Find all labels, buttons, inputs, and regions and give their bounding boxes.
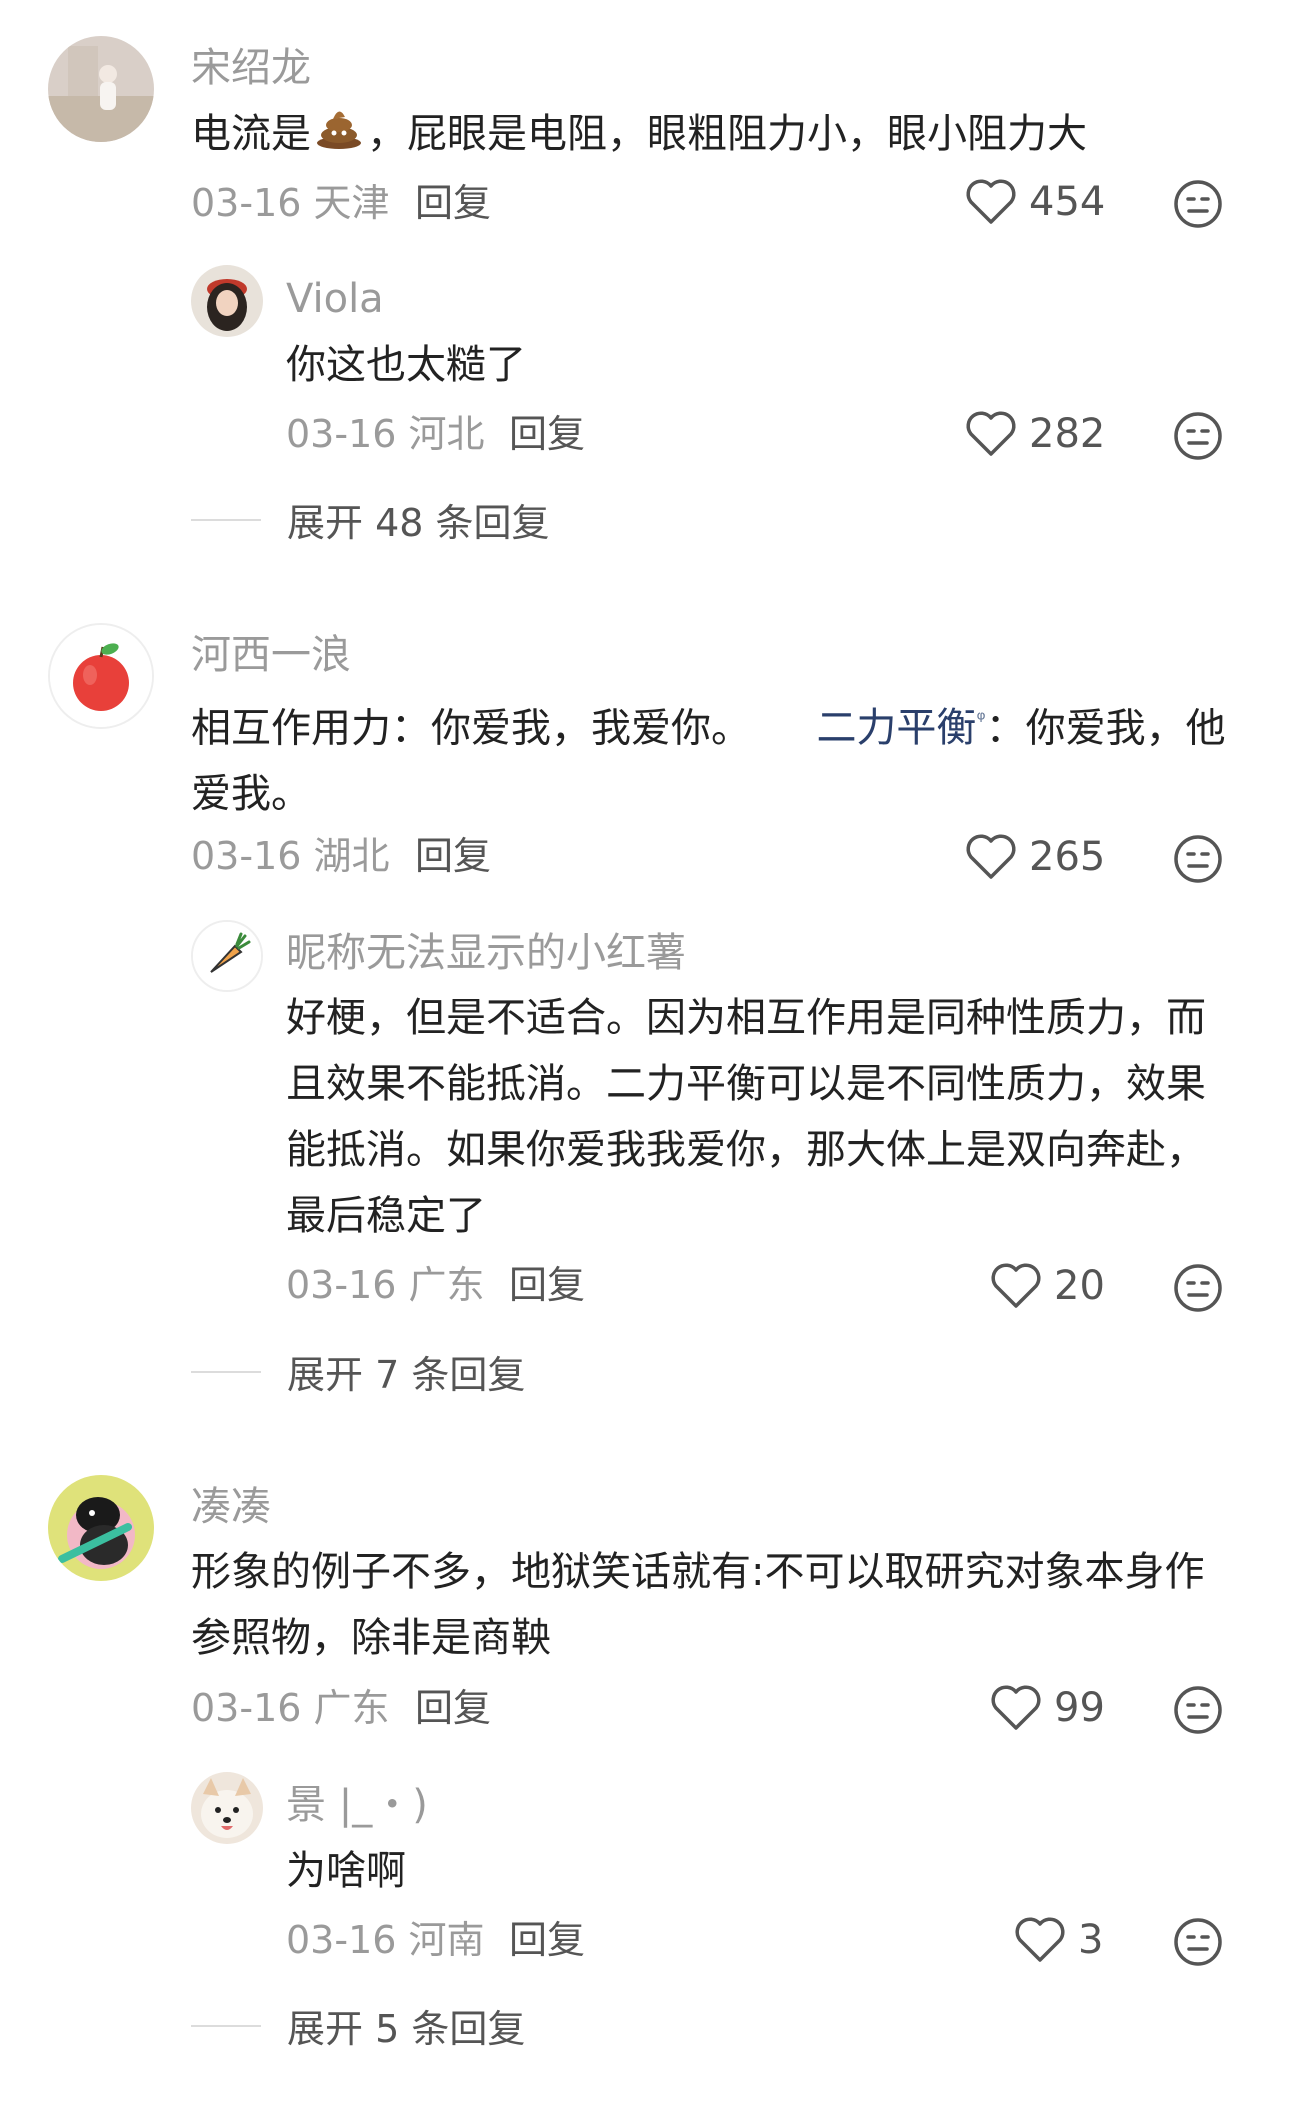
search-link[interactable]: 二力平衡ᵠ bbox=[816, 705, 985, 751]
expand-replies-label: 展开 48 条回复 bbox=[287, 501, 550, 545]
reply-button[interactable]: 回复 bbox=[415, 180, 491, 226]
meh-face-icon bbox=[1174, 1918, 1222, 1966]
meh-face-icon bbox=[1174, 412, 1222, 460]
meh-face-icon bbox=[1174, 1264, 1222, 1312]
comment-text: 形象的例子不多，地狱笑话就有:不可以取研究对象本身作参照物，除非是商鞅 bbox=[191, 1549, 1205, 1661]
dislike-button[interactable] bbox=[1172, 1262, 1224, 1314]
like-button[interactable]: 3 bbox=[1014, 1916, 1103, 1964]
dislike-button[interactable] bbox=[1172, 178, 1224, 230]
search-icon: ᵠ bbox=[976, 708, 986, 733]
like-count: 20 bbox=[1054, 1263, 1105, 1309]
reply-meta: 03-16 河南 bbox=[286, 1917, 485, 1963]
like-count: 265 bbox=[1029, 834, 1106, 880]
reply-date: 03-16 bbox=[286, 1918, 397, 1962]
avatar[interactable] bbox=[191, 920, 263, 992]
heart-outline-icon bbox=[1015, 1917, 1065, 1962]
comment-text: 相互作用力：你爱我，我爱你。 二力平衡ᵠ：你爱我，他爱我。 bbox=[191, 688, 1241, 827]
reply-text: 你这也太糙了 bbox=[286, 342, 526, 388]
dislike-button[interactable] bbox=[1172, 1684, 1224, 1736]
comment-date: 03-16 bbox=[191, 181, 302, 225]
reply-button[interactable]: 回复 bbox=[509, 1917, 585, 1963]
comment-location: 广东 bbox=[313, 1686, 390, 1730]
poop-emoji-icon bbox=[315, 103, 363, 169]
like-button[interactable]: 99 bbox=[990, 1684, 1105, 1732]
heart-outline-icon bbox=[966, 834, 1016, 879]
reply-meta: 03-16 河北 bbox=[286, 411, 485, 457]
heart-outline-icon bbox=[966, 411, 1016, 456]
apple-avatar-icon bbox=[50, 625, 152, 727]
comment-meta: 03-16 天津 bbox=[191, 180, 390, 226]
meh-face-icon bbox=[1174, 180, 1222, 228]
reply-date: 03-16 bbox=[286, 1263, 397, 1307]
comment-username[interactable]: 凑凑 bbox=[191, 1483, 271, 1531]
reply-text: 为啥啊 bbox=[286, 1848, 406, 1894]
dog-avatar-icon bbox=[191, 1772, 263, 1844]
reply-text: 好梗，但是不适合。因为相互作用是同种性质力，而且效果不能抵消。二力平衡可以是不同… bbox=[286, 995, 1206, 1239]
comment-username[interactable]: 河西一浪 bbox=[191, 631, 351, 679]
like-button[interactable]: 20 bbox=[990, 1262, 1105, 1310]
reply-button[interactable]: 回复 bbox=[509, 411, 585, 457]
reply-button[interactable]: 回复 bbox=[415, 1685, 491, 1731]
girl-photo-avatar-icon bbox=[48, 36, 154, 142]
reply-location: 广东 bbox=[408, 1263, 485, 1307]
like-button[interactable]: 265 bbox=[965, 833, 1105, 881]
comment-text-part: 电流是 bbox=[191, 111, 311, 157]
meh-face-icon bbox=[1174, 835, 1222, 883]
reply-username[interactable]: 昵称无法显示的小红薯 bbox=[286, 929, 686, 977]
meh-face-icon bbox=[1174, 1686, 1222, 1734]
comment-location: 天津 bbox=[313, 181, 390, 225]
like-button[interactable]: 454 bbox=[965, 178, 1105, 226]
reply-location: 河北 bbox=[408, 412, 485, 456]
expand-replies-button[interactable]: 展开 48 条回复 bbox=[191, 492, 550, 547]
divider-line bbox=[191, 2024, 261, 2027]
avatar[interactable] bbox=[48, 1475, 154, 1581]
expand-replies-button[interactable]: 展开 7 条回复 bbox=[191, 1344, 525, 1399]
avatar[interactable] bbox=[191, 1772, 263, 1844]
like-button[interactable]: 282 bbox=[965, 410, 1105, 458]
comment-date: 03-16 bbox=[191, 1686, 302, 1730]
avatar[interactable] bbox=[191, 265, 263, 337]
comment-text-part: 相互作用力：你爱我，我爱你。 bbox=[191, 705, 751, 752]
expand-replies-button[interactable]: 展开 5 条回复 bbox=[191, 1998, 525, 2053]
reply-date: 03-16 bbox=[286, 412, 397, 456]
girl-selfie-avatar-icon bbox=[191, 265, 263, 337]
reply-button[interactable]: 回复 bbox=[415, 833, 491, 879]
like-count: 454 bbox=[1029, 179, 1106, 225]
comment-location: 湖北 bbox=[313, 834, 390, 878]
heart-outline-icon bbox=[966, 179, 1016, 224]
divider-line bbox=[191, 518, 261, 521]
reply-username[interactable]: 景 |_・) bbox=[286, 1781, 428, 1829]
heart-outline-icon bbox=[991, 1263, 1041, 1308]
comment-text-part: ，屁眼是电阻，眼粗阻力小，眼小阻力大 bbox=[367, 111, 1087, 157]
reply-meta: 03-16 广东 bbox=[286, 1262, 485, 1308]
comment-meta: 03-16 湖北 bbox=[191, 833, 390, 879]
reply-button[interactable]: 回复 bbox=[509, 1262, 585, 1308]
comment-text: 电流是💩 ，屁眼是电阻，眼粗阻力小，眼小阻力大 bbox=[191, 101, 1241, 169]
like-count: 282 bbox=[1029, 411, 1106, 457]
dislike-button[interactable] bbox=[1172, 1916, 1224, 1968]
dislike-button[interactable] bbox=[1172, 410, 1224, 462]
expand-replies-label: 展开 7 条回复 bbox=[287, 1353, 526, 1397]
avatar[interactable] bbox=[48, 623, 154, 729]
cartoon-guitar-avatar-icon bbox=[48, 1475, 154, 1581]
comment-date: 03-16 bbox=[191, 834, 302, 878]
reply-username[interactable]: Viola bbox=[286, 275, 384, 323]
like-count: 3 bbox=[1078, 1917, 1104, 1963]
comment-username[interactable]: 宋绍龙 bbox=[191, 44, 311, 92]
search-link-label: 二力平衡 bbox=[816, 705, 977, 752]
avatar[interactable] bbox=[48, 36, 154, 142]
heart-outline-icon bbox=[991, 1685, 1041, 1730]
divider-line bbox=[191, 1370, 261, 1373]
dislike-button[interactable] bbox=[1172, 833, 1224, 885]
reply-location: 河南 bbox=[408, 1918, 485, 1962]
like-count: 99 bbox=[1054, 1685, 1105, 1731]
expand-replies-label: 展开 5 条回复 bbox=[287, 2007, 526, 2051]
comment-meta: 03-16 广东 bbox=[191, 1685, 390, 1731]
carrot-avatar-icon bbox=[193, 922, 261, 990]
